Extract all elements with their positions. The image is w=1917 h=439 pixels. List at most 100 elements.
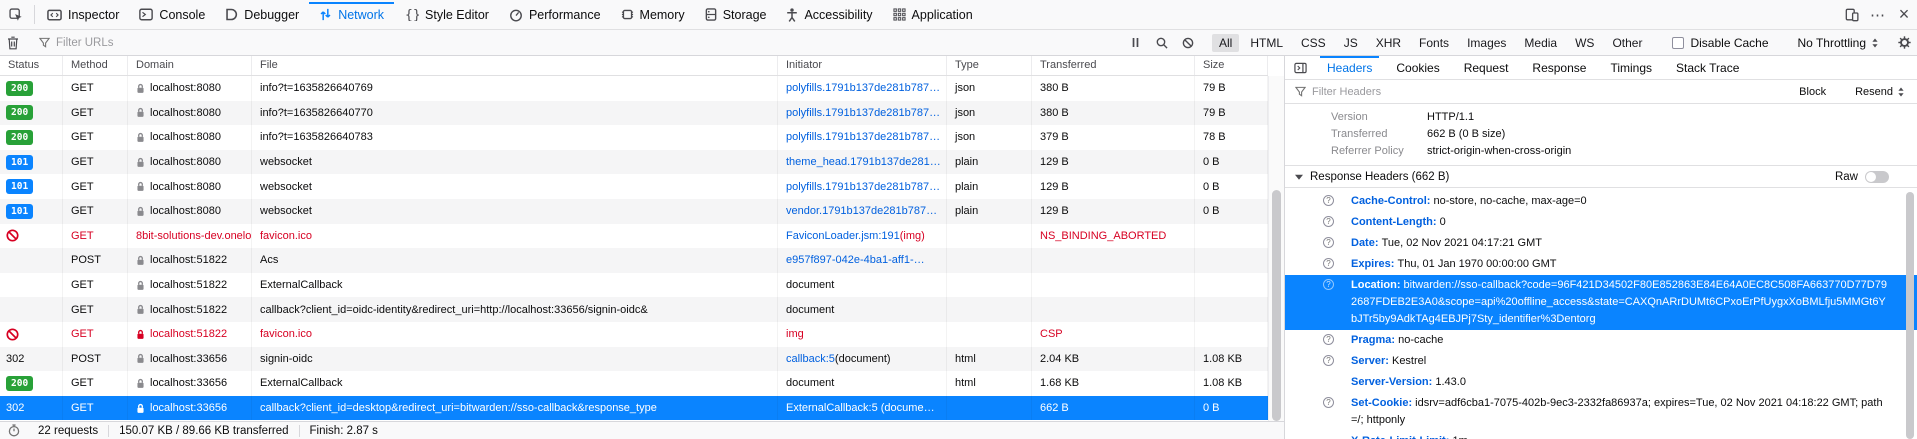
table-row[interactable]: 101GETlocalhost:8080websocketpolyfills.1… bbox=[0, 174, 1268, 199]
table-row[interactable]: 200GETlocalhost:33656ExternalCallbackdoc… bbox=[0, 371, 1268, 396]
header-row[interactable]: ?Date: Tue, 02 Nov 2021 04:17:21 GMT bbox=[1285, 233, 1917, 254]
tab-performance[interactable]: Performance bbox=[499, 0, 611, 29]
header-row[interactable]: ?Pragma: no-cache bbox=[1285, 330, 1917, 351]
table-row[interactable]: 302GETlocalhost:33656callback?client_id=… bbox=[0, 396, 1268, 421]
question-icon[interactable]: ? bbox=[1323, 258, 1334, 269]
pause-traffic-button[interactable] bbox=[1123, 32, 1149, 54]
table-row[interactable]: 302POSTlocalhost:33656signin-oidccallbac… bbox=[0, 347, 1268, 372]
request-list-scrollbar[interactable] bbox=[1268, 76, 1284, 421]
table-row[interactable]: 200GETlocalhost:8080info?t=1635826640783… bbox=[0, 125, 1268, 150]
response-headers-section[interactable]: Response Headers (662 B) Raw bbox=[1285, 165, 1917, 188]
column-header-file[interactable]: File bbox=[252, 56, 778, 75]
filter-fonts[interactable]: Fonts bbox=[1412, 34, 1456, 52]
detail-tab-headers[interactable]: Headers bbox=[1315, 56, 1384, 79]
filter-js[interactable]: JS bbox=[1337, 34, 1365, 52]
cell-size: 79 B bbox=[1195, 101, 1268, 126]
question-icon[interactable]: ? bbox=[1323, 397, 1334, 408]
column-header-method[interactable]: Method bbox=[63, 56, 128, 75]
header-row[interactable]: ?Cache-Control: no-store, no-cache, max-… bbox=[1285, 191, 1917, 212]
tab-debugger[interactable]: Debugger bbox=[215, 0, 309, 29]
detail-tab-stack-trace[interactable]: Stack Trace bbox=[1664, 56, 1751, 79]
filter-ws[interactable]: WS bbox=[1568, 34, 1601, 52]
resend-button[interactable]: Resend bbox=[1849, 86, 1911, 98]
filter-media[interactable]: Media bbox=[1517, 34, 1564, 52]
responsive-design-button[interactable] bbox=[1839, 0, 1865, 29]
scrollbar-thumb[interactable] bbox=[1272, 190, 1281, 421]
header-row[interactable]: Server-Version: 1.43.0 bbox=[1285, 372, 1917, 393]
close-devtools-button[interactable]: × bbox=[1891, 0, 1917, 29]
question-icon[interactable]: ? bbox=[1323, 216, 1334, 227]
tab-style-editor[interactable]: {}Style Editor bbox=[394, 0, 499, 29]
column-header-status[interactable]: Status bbox=[0, 56, 63, 75]
select-arrows-icon bbox=[1897, 87, 1905, 97]
header-row[interactable]: X-Rate-Limit-Limit: 1m bbox=[1285, 431, 1917, 439]
scrollbar-thumb[interactable] bbox=[1906, 192, 1914, 439]
tab-network[interactable]: Network bbox=[309, 0, 394, 29]
question-icon[interactable]: ? bbox=[1323, 279, 1334, 290]
request-blocking-button[interactable] bbox=[1175, 32, 1201, 54]
filter-css[interactable]: CSS bbox=[1294, 34, 1333, 52]
header-row[interactable]: ?Set-Cookie: idsrv=adf6cba1-7075-402b-9e… bbox=[1285, 393, 1917, 431]
blocked-icon bbox=[6, 229, 19, 242]
question-icon[interactable]: ? bbox=[1323, 237, 1334, 248]
detail-tab-response[interactable]: Response bbox=[1520, 56, 1598, 79]
header-row[interactable]: ?Location: bitwarden://sso-callback?code… bbox=[1285, 275, 1917, 330]
column-header-size[interactable]: Size bbox=[1195, 56, 1268, 75]
question-icon[interactable]: ? bbox=[1323, 195, 1334, 206]
header-name: Date: bbox=[1351, 237, 1379, 249]
filter-urls-input[interactable] bbox=[56, 37, 1123, 49]
cell-file: info?t=1635826640770 bbox=[252, 101, 778, 126]
header-name: Pragma: bbox=[1351, 334, 1395, 346]
split-panel-toggle-button[interactable] bbox=[1285, 56, 1315, 79]
column-header-domain[interactable]: Domain bbox=[128, 56, 252, 75]
filter-images[interactable]: Images bbox=[1460, 34, 1513, 52]
headers-summary: VersionHTTP/1.1Transferred662 B (0 B siz… bbox=[1285, 105, 1917, 160]
table-row[interactable]: 101GETlocalhost:8080websockettheme_head.… bbox=[0, 150, 1268, 175]
table-row[interactable]: 200GETlocalhost:8080info?t=1635826640770… bbox=[0, 101, 1268, 126]
search-button[interactable] bbox=[1149, 32, 1175, 54]
node-picker-button[interactable] bbox=[0, 0, 32, 29]
tab-application[interactable]: Application bbox=[883, 0, 983, 29]
header-row[interactable]: ?Server: Kestrel bbox=[1285, 351, 1917, 372]
question-icon[interactable]: ? bbox=[1323, 334, 1334, 345]
column-header-type[interactable]: Type bbox=[947, 56, 1032, 75]
clear-requests-button[interactable] bbox=[0, 32, 26, 54]
header-row[interactable]: ?Content-Length: 0 bbox=[1285, 212, 1917, 233]
table-row[interactable]: POSTlocalhost:51822Acse957f897-042e-4ba1… bbox=[0, 248, 1268, 273]
filter-other[interactable]: Other bbox=[1605, 34, 1649, 52]
network-settings-button[interactable] bbox=[1891, 32, 1917, 54]
table-row[interactable]: GETlocalhost:51822callback?client_id=oid… bbox=[0, 297, 1268, 322]
filter-html[interactable]: HTML bbox=[1243, 34, 1290, 52]
block-button[interactable]: Block bbox=[1793, 86, 1832, 98]
throttling-select[interactable]: No Throttling bbox=[1786, 36, 1891, 50]
table-row[interactable]: 101GETlocalhost:8080websocketvendor.1791… bbox=[0, 199, 1268, 224]
domain-text: localhost:51822 bbox=[150, 279, 227, 291]
question-icon[interactable]: ? bbox=[1323, 355, 1334, 366]
detail-tab-cookies[interactable]: Cookies bbox=[1384, 56, 1451, 79]
table-row[interactable]: 200GETlocalhost:8080info?t=1635826640769… bbox=[0, 76, 1268, 101]
filter-all[interactable]: All bbox=[1212, 34, 1239, 52]
detail-tab-timings[interactable]: Timings bbox=[1598, 56, 1664, 79]
cell-initiator: img bbox=[778, 322, 947, 347]
header-row[interactable]: ?Expires: Thu, 01 Jan 1970 00:00:00 GMT bbox=[1285, 254, 1917, 275]
detail-tab-request[interactable]: Request bbox=[1452, 56, 1521, 79]
tab-inspector[interactable]: Inspector bbox=[37, 0, 129, 29]
filter-xhr[interactable]: XHR bbox=[1369, 34, 1408, 52]
table-row[interactable]: GETlocalhost:51822favicon.icoimgCSP bbox=[0, 322, 1268, 347]
tab-accessibility[interactable]: Accessibility bbox=[776, 0, 882, 29]
table-row[interactable]: GET8bit-solutions-dev.onelogin.…favicon.… bbox=[0, 224, 1268, 249]
tab-console[interactable]: Console bbox=[129, 0, 215, 29]
tab-memory[interactable]: Memory bbox=[611, 0, 695, 29]
detail-pane-scrollbar[interactable] bbox=[1903, 105, 1917, 439]
headers-pane: VersionHTTP/1.1Transferred662 B (0 B siz… bbox=[1285, 105, 1917, 439]
cell-initiator: polyfills.1791b137de281b787… bbox=[778, 101, 947, 126]
column-header-transferred[interactable]: Transferred bbox=[1032, 56, 1195, 75]
filter-headers-input[interactable] bbox=[1312, 86, 1787, 98]
disable-cache-checkbox[interactable]: Disable Cache bbox=[1660, 36, 1780, 50]
devtools-menu-button[interactable]: ⋯ bbox=[1865, 0, 1891, 29]
raw-toggle[interactable] bbox=[1865, 171, 1889, 183]
table-row[interactable]: GETlocalhost:51822ExternalCallbackdocume… bbox=[0, 273, 1268, 298]
cell-type bbox=[947, 224, 1032, 249]
column-header-initiator[interactable]: Initiator bbox=[778, 56, 947, 75]
tab-storage[interactable]: Storage bbox=[695, 0, 777, 29]
